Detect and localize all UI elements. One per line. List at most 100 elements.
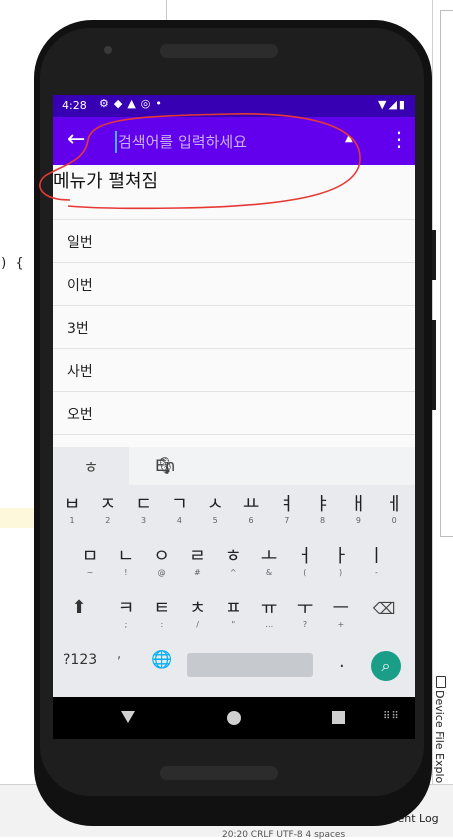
key-secondary: 4: [176, 516, 182, 525]
key-character: ㅌ: [153, 598, 171, 619]
navigation-bar: ⠿⠿: [53, 697, 415, 739]
key-secondary: 5: [212, 516, 218, 525]
keyboard-key[interactable]: ㅏ): [324, 543, 358, 587]
keyboard-key[interactable]: ㅐ9: [341, 491, 375, 535]
key-character: ㄴ: [117, 546, 135, 567]
key-character: ㅎ: [224, 546, 242, 567]
camera-lens: [104, 46, 112, 54]
keyboard-key[interactable]: ㅂ1: [55, 491, 89, 535]
shift-key[interactable]: ⬆: [67, 597, 91, 621]
list-item[interactable]: 일번: [53, 219, 415, 263]
key-secondary: ?: [302, 620, 308, 629]
list-item[interactable]: 오번: [53, 392, 415, 435]
keyboard-key[interactable]: ㅓ(: [288, 543, 322, 587]
top-speaker: [160, 44, 278, 58]
hangul-mode-key[interactable]: ㅎ: [53, 447, 129, 485]
key-character: ㅍ: [225, 598, 242, 619]
status-time: 4:28: [62, 99, 87, 112]
key-secondary: …: [265, 620, 274, 629]
ide-status-text: 20:20 CRLF UTF-8 4 spaces: [222, 830, 346, 840]
key-secondary: -: [374, 568, 378, 577]
comma-emoji-key[interactable]: ,: [117, 647, 121, 662]
keyboard-key[interactable]: ㄹ #: [180, 543, 214, 587]
list-item[interactable]: 3번: [53, 306, 415, 349]
arrow-back-icon[interactable]: ←: [67, 127, 85, 152]
keyboard-key[interactable]: ㅁ ~: [73, 543, 107, 587]
key-character: ㅏ: [332, 546, 349, 567]
key-character: ㅇ: [153, 546, 170, 567]
keyboard-key[interactable]: ㅋ;: [109, 595, 143, 639]
key-character: ㅠ: [260, 598, 278, 619]
status-notification-icons: ⚙◆▲◎•: [99, 97, 167, 110]
keyboard-key[interactable]: ㅑ8: [306, 491, 340, 535]
space-key[interactable]: [187, 653, 313, 677]
keyboard-key[interactable]: ㅣ-: [359, 543, 393, 587]
keyboard-key[interactable]: ㅍ ": [216, 595, 250, 639]
key-character: ㅈ: [99, 494, 117, 515]
keyboard-key[interactable]: ㄱ4: [162, 491, 196, 535]
key-character: ㅗ: [260, 546, 278, 567]
english-mode-bar[interactable]: En 🎙: [129, 447, 415, 485]
key-secondary: ": [231, 620, 236, 629]
keyboard-key[interactable]: ㄴ!: [109, 543, 143, 587]
keyboard-key[interactable]: ㅗ &: [252, 543, 286, 587]
period-key[interactable]: .: [339, 651, 345, 672]
nav-recents-icon[interactable]: [332, 711, 345, 724]
list-item[interactable]: 사번: [53, 349, 415, 392]
ide-right-panel: [440, 10, 453, 537]
key-secondary: ~: [86, 568, 94, 577]
key-secondary: 7: [284, 516, 290, 525]
keyboard-key[interactable]: ㅡ +: [324, 595, 358, 639]
search-input[interactable]: 검색어를 입력하세요: [115, 131, 338, 153]
backspace-key[interactable]: ⌫: [371, 599, 397, 619]
keyboard-key[interactable]: ㅜ?: [288, 595, 322, 639]
keyboard-key[interactable]: ㅔ0: [377, 491, 411, 535]
keyboard-switch-icon[interactable]: ⠿⠿: [383, 711, 400, 722]
symbols-key[interactable]: ?123: [63, 652, 97, 668]
phone-screen: 4:28 ⚙◆▲◎• ▼◢▮ ← 검색어를 입력하세요 ▲ ⋮ 메뉴가 펼쳐짐 …: [53, 95, 415, 739]
key-secondary: 8: [320, 516, 326, 525]
key-secondary: !: [124, 568, 128, 577]
list-item-label: 사번: [67, 364, 93, 380]
key-secondary: 1: [69, 516, 75, 525]
key-character: ㅐ: [350, 494, 367, 515]
key-character: ㅛ: [242, 494, 260, 515]
nav-home-icon[interactable]: [227, 711, 241, 725]
list-item-label: 일번: [67, 235, 93, 251]
volume-button[interactable]: [432, 320, 436, 410]
status-bar: 4:28 ⚙◆▲◎• ▼◢▮: [53, 95, 415, 117]
keyboard-key[interactable]: ㄷ3: [127, 491, 161, 535]
globe-icon[interactable]: 🌐: [151, 650, 172, 670]
nav-back-icon[interactable]: [121, 711, 135, 723]
keyboard-key[interactable]: ㅛ6: [234, 491, 268, 535]
list-item[interactable]: 이번: [53, 263, 415, 306]
key-secondary: 0: [391, 516, 397, 525]
keyboard-key[interactable]: ㅇ @: [145, 543, 179, 587]
keyboard-key[interactable]: ㅌ:: [145, 595, 179, 639]
keyboard-key[interactable]: ㅈ2: [91, 491, 125, 535]
keyboard-key[interactable]: ㅠ…: [252, 595, 286, 639]
keyboard-toolbar: ㅎ En 🎙: [53, 447, 415, 485]
more-vert-icon[interactable]: ⋮: [389, 129, 409, 149]
key-character: ㄹ: [189, 546, 206, 567]
key-secondary: ;: [124, 620, 128, 629]
keyboard-key[interactable]: ㅕ7: [270, 491, 304, 535]
power-button[interactable]: [432, 230, 436, 280]
key-character: ㅔ: [385, 494, 403, 515]
clear-icon[interactable]: ▲: [345, 133, 359, 147]
search-key[interactable]: ⌕: [371, 651, 401, 681]
app-bar: ← 검색어를 입력하세요 ▲ ⋮: [53, 117, 415, 165]
key-character: ㅓ: [296, 546, 314, 567]
keyboard-key[interactable]: ㅊ /: [181, 595, 215, 639]
keyboard-key[interactable]: ㅎ ^: [216, 543, 250, 587]
key-character: ㅣ: [368, 546, 385, 567]
key-character: ㄱ: [171, 494, 188, 515]
device-file-explorer-tab[interactable]: Device File Explorer: [433, 690, 446, 799]
key-secondary: +: [337, 620, 345, 629]
device-file-explorer-icon[interactable]: [436, 676, 446, 688]
key-character: ㅁ: [81, 546, 99, 567]
mic-icon[interactable]: 🎙: [155, 456, 395, 475]
key-secondary: 6: [248, 516, 254, 525]
key-character: ㅜ: [296, 598, 314, 619]
keyboard-key[interactable]: ㅅ5: [198, 491, 232, 535]
